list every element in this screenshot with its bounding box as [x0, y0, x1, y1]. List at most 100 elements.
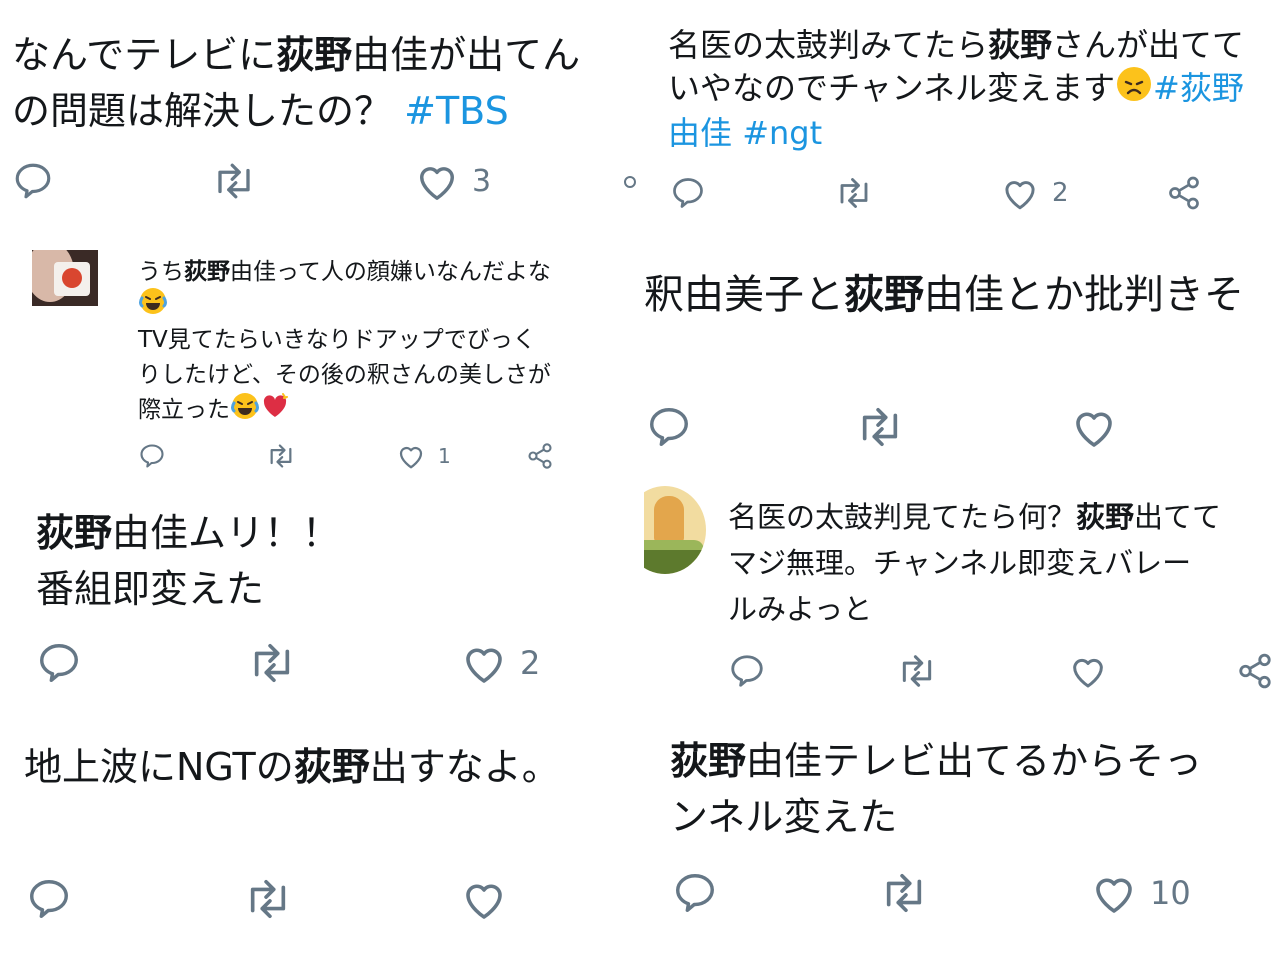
avatar-ground — [644, 550, 706, 574]
tweet-tile-3: うち荻野由佳って人の顔嫌いなんだよな TV見てたらいきなりドアップでびっく りし… — [0, 232, 636, 480]
tweet-tile-8: 荻野由佳テレビ出てるからそっ ンネル変えた 10 — [644, 712, 1280, 960]
retweet-button[interactable] — [852, 404, 908, 450]
like-button[interactable] — [1070, 404, 1118, 450]
share-button[interactable] — [620, 170, 636, 194]
text-bold-name: 荻野 — [1076, 500, 1135, 534]
text-segment: なんでテレビに — [12, 33, 277, 77]
retweet-icon — [250, 879, 286, 919]
retweet-button[interactable] — [264, 442, 298, 470]
like-button[interactable] — [1068, 652, 1108, 690]
retweet-icon — [862, 407, 898, 447]
text-segment: 由佳テレビ出てるからそっ — [746, 739, 1203, 783]
retweet-button[interactable] — [244, 640, 300, 686]
text-segment: 由佳ムリ！！ — [112, 511, 341, 555]
text-segment: いやなのでチャンネル変えます — [668, 69, 1116, 107]
reply-button[interactable] — [36, 640, 82, 686]
share-icon — [528, 443, 552, 469]
avatar[interactable] — [644, 486, 706, 574]
text-segment: 際立った — [138, 397, 230, 423]
share-button[interactable] — [1236, 652, 1274, 690]
text-segment: TV見てたらいきなりドアップでびっく — [138, 327, 536, 353]
tweet-text-line-1: 荻野由佳テレビ出てるからそっ — [670, 730, 1202, 785]
text-bold-name: 荻野 — [844, 272, 924, 318]
like-icon — [1096, 878, 1132, 913]
reply-button[interactable] — [12, 160, 54, 202]
text-bold-name: 荻野 — [36, 511, 113, 555]
avatar-figure — [654, 496, 684, 542]
text-segment: 名医の太鼓判みてたら — [668, 26, 989, 64]
text-segment: さんが出てて — [1052, 26, 1245, 64]
like-count: 3 — [472, 163, 492, 199]
retweet-button[interactable] — [894, 652, 940, 690]
share-icon — [1169, 176, 1199, 210]
like-button[interactable]: 1 — [396, 442, 451, 470]
like-button[interactable] — [460, 876, 508, 922]
hashtag-link[interactable]: 由佳 — [668, 114, 732, 152]
tweet-text-line-1: うち荻野由佳って人の顔嫌いなんだよな — [138, 252, 551, 286]
like-count: 1 — [438, 444, 451, 468]
like-icon — [466, 884, 502, 919]
text-bold-name: 荻野 — [670, 739, 747, 783]
like-icon — [420, 167, 454, 200]
text-segment: 由佳が出てん — [352, 33, 581, 77]
reply-button[interactable] — [26, 876, 72, 922]
tweet-text-line-1: なんでテレビに荻野由佳が出てん — [12, 24, 580, 79]
tweet-text-line-2: ンネル変えた — [670, 786, 897, 841]
tweet-text-line-5: 際立った — [138, 390, 290, 427]
text-segment: 由佳とか批判きそ — [924, 272, 1244, 318]
hashtag-link[interactable]: #ngt — [742, 114, 822, 152]
retweet-icon — [902, 655, 932, 687]
tweet-text-line-1: 名医の太鼓判みてたら荻野さんが出てて — [668, 20, 1244, 66]
sob-laugh-emoji — [230, 391, 260, 427]
tweet-text-line-1: 荻野由佳ムリ！！ — [36, 502, 340, 557]
text-segment: りしたけど、その後の釈さんの美しさが — [138, 362, 551, 388]
tweet-tile-5: 荻野由佳ムリ！！ 番組即変えた 2 — [0, 484, 636, 712]
tweet-text-line-1: 釈由美子と荻野由佳とか批判きそ — [644, 262, 1244, 320]
like-icon — [466, 648, 502, 683]
tweet-text-line-3: TV見てたらいきなりドアップでびっく — [138, 320, 536, 354]
tweet-text-line-3: 由佳 #ngt — [668, 108, 822, 154]
share-icon — [1239, 653, 1271, 689]
reply-icon — [15, 163, 51, 199]
retweet-button[interactable] — [832, 175, 876, 211]
retweet-button[interactable] — [876, 870, 932, 916]
text-segment: 地上波にNGTの — [24, 745, 294, 789]
retweet-icon — [218, 163, 250, 199]
share-button[interactable] — [526, 442, 554, 470]
reply-icon — [650, 408, 688, 446]
tweet-text-line-2 — [138, 286, 168, 322]
tweet-text-line-2: いやなのでチャンネル変えます #荻野 — [668, 63, 1244, 111]
text-segment: 釈由美子と — [644, 272, 844, 318]
like-button[interactable]: 2 — [1000, 175, 1069, 211]
text-bold-name: 荻野 — [184, 259, 230, 285]
like-count: 10 — [1150, 874, 1191, 912]
retweet-icon — [840, 178, 868, 208]
tweet-text-line-2: マジ無理。チャンネル即変えバレー — [728, 540, 1191, 582]
like-button[interactable]: 10 — [1090, 870, 1191, 916]
text-segment: 番組即変えた — [36, 567, 265, 611]
hashtag-link[interactable]: #TBS — [404, 89, 509, 133]
reply-button[interactable] — [138, 442, 166, 470]
hashtag-link[interactable]: #荻野 — [1153, 69, 1244, 107]
retweet-button[interactable] — [240, 876, 296, 922]
reply-icon — [140, 444, 164, 468]
tweet-text-line-1: 名医の太鼓判見てたら何？荻野出てて — [728, 494, 1221, 536]
text-segment: 由佳って人の顔嫌いなんだよな — [230, 259, 551, 285]
text-bold-name: 荻野 — [988, 26, 1053, 64]
like-button[interactable]: 2 — [460, 640, 540, 686]
avatar-sticker-mark — [62, 268, 82, 288]
reply-button[interactable] — [728, 652, 766, 690]
reply-icon — [30, 880, 68, 918]
disappointed-emoji — [1115, 65, 1153, 111]
tweet-text-line-3: ルみよっと — [728, 586, 872, 628]
like-count: 2 — [1052, 178, 1069, 208]
share-button[interactable] — [1166, 175, 1202, 211]
like-button[interactable]: 3 — [414, 160, 491, 202]
reply-button[interactable] — [672, 870, 718, 916]
reply-button[interactable] — [646, 404, 692, 450]
text-segment: ルみよっと — [728, 592, 873, 626]
avatar[interactable] — [32, 250, 98, 306]
retweet-button[interactable] — [208, 160, 260, 202]
text-segment: の問題は解決したの？ — [12, 89, 393, 133]
reply-button[interactable] — [670, 175, 706, 211]
